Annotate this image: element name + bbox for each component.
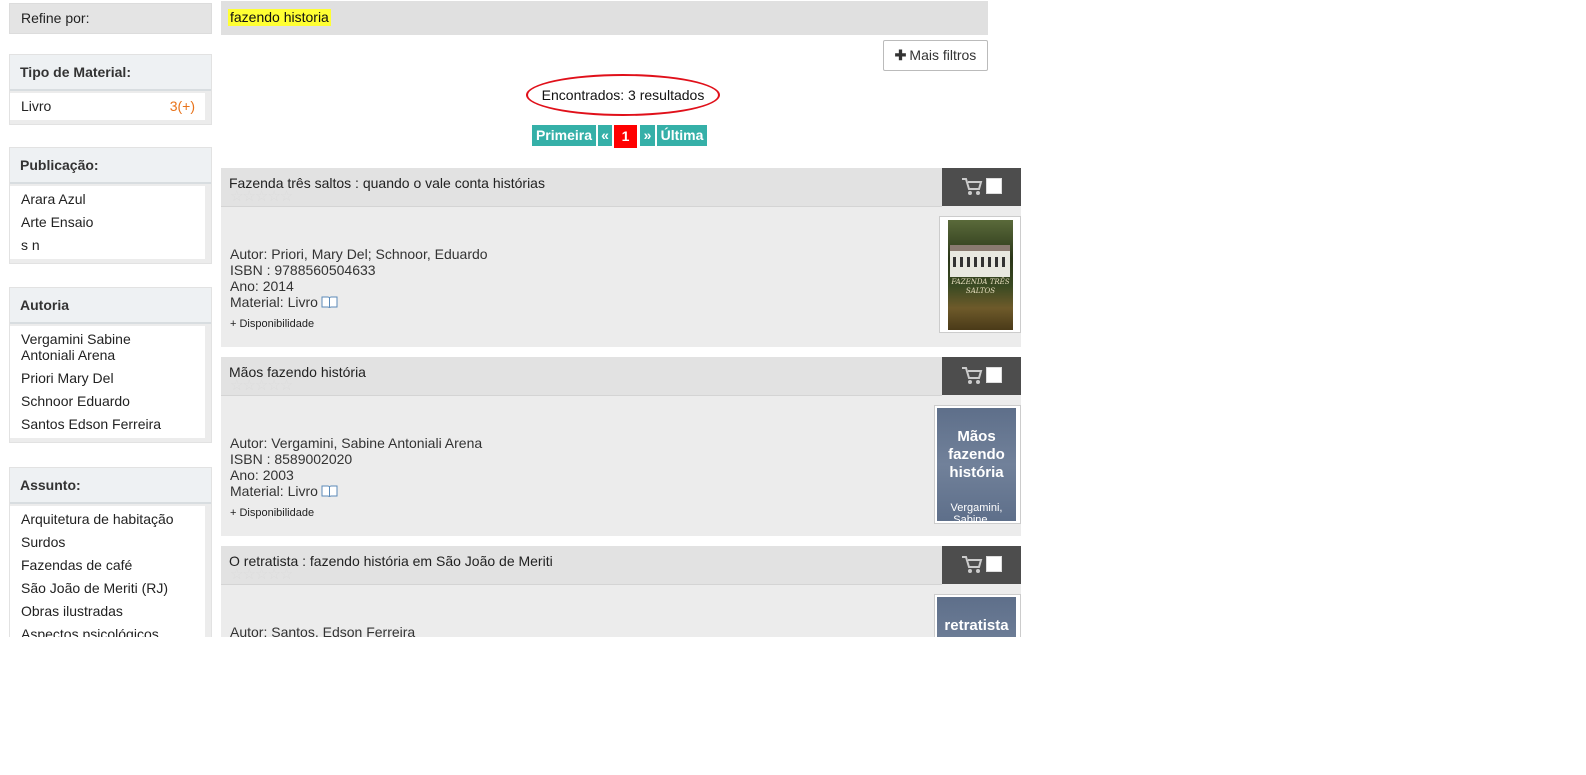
facet-count[interactable]: 3(+) xyxy=(170,98,195,114)
last-page-button[interactable]: Última xyxy=(657,125,707,146)
cover-author: Vergamini, Sabine ... xyxy=(950,502,1003,521)
facet-item[interactable]: Fazendas de café xyxy=(10,554,205,577)
cover-title: FAZENDA TRÊS SALTOS xyxy=(951,278,1010,295)
facet-list: Arara Azul Arte Ensaio s n xyxy=(10,186,205,259)
generated-cover: retratista xyxy=(937,597,1016,637)
star-rating[interactable]: ☆☆☆☆☆ xyxy=(230,567,293,582)
facet-item[interactable]: São João de Meriti (RJ) xyxy=(10,577,205,600)
result-author: Autor: Priori, Mary Del; Schnoor, Eduard… xyxy=(230,246,488,262)
facet-item[interactable]: Vergamini Sabine Antoniali Arena xyxy=(10,328,205,367)
cart-area xyxy=(942,168,1021,206)
result-details: Autor: Priori, Mary Del; Schnoor, Eduard… xyxy=(230,246,488,310)
result-header: O retratista : fazendo história em São J… xyxy=(221,546,942,585)
facet-item-livro[interactable]: Livro 3(+) xyxy=(10,95,205,118)
facet-item[interactable]: Obras ilustradas xyxy=(10,600,205,623)
cover-thumbnail[interactable]: retratista xyxy=(934,594,1021,637)
result-item: O retratista : fazendo história em São J… xyxy=(221,546,1021,637)
generated-cover: Mãos fazendo história Vergamini, Sabine … xyxy=(937,408,1016,521)
plus-icon: ✚ xyxy=(894,47,907,63)
cart-icon[interactable] xyxy=(961,366,983,386)
facet-subject: Assunto: Arquitetura de habitação Surdos… xyxy=(9,467,212,637)
facet-title: Assunto: xyxy=(10,468,211,504)
result-year: Ano: 2003 xyxy=(230,467,294,483)
results-count: Encontrados: 3 resultados xyxy=(526,74,720,116)
cover-image: FAZENDA TRÊS SALTOS xyxy=(948,220,1013,330)
result-details: Autor: Santos, Edson Ferreira xyxy=(230,624,415,637)
facet-item[interactable]: Arte Ensaio xyxy=(10,211,205,234)
result-isbn: ISBN : 8589002020 xyxy=(230,451,353,467)
facet-authorship: Autoria Vergamini Sabine Antoniali Arena… xyxy=(9,287,212,443)
result-year: Ano: 2014 xyxy=(230,278,294,294)
facet-item[interactable]: s n xyxy=(10,234,205,257)
facet-list: Livro 3(+) xyxy=(10,93,205,120)
facet-item[interactable]: Santos Edson Ferreira xyxy=(10,413,205,436)
cover-thumbnail[interactable]: Mãos fazendo história Vergamini, Sabine … xyxy=(934,405,1021,524)
cover-title: retratista xyxy=(944,617,1009,634)
facet-item[interactable]: Arara Azul xyxy=(10,188,205,211)
availability-link[interactable]: + Disponibilidade xyxy=(230,318,314,330)
facet-item[interactable]: Schnoor Eduardo xyxy=(10,390,205,413)
result-author: Autor: Santos, Edson Ferreira xyxy=(230,624,416,637)
facet-list: Vergamini Sabine Antoniali Arena Priori … xyxy=(10,326,205,438)
search-term-bar: fazendo historia xyxy=(221,1,988,35)
cart-icon[interactable] xyxy=(961,177,983,197)
result-item: Mãos fazendo história ☆☆☆☆☆ Autor: Verga… xyxy=(221,357,1021,536)
result-item: Fazenda três saltos : quando o vale cont… xyxy=(221,168,1021,347)
cart-area xyxy=(942,546,1021,584)
current-page[interactable]: 1 xyxy=(614,125,637,148)
star-rating[interactable]: ☆☆☆☆☆ xyxy=(230,378,293,393)
select-checkbox[interactable] xyxy=(986,178,1002,194)
first-page-button[interactable]: Primeira xyxy=(532,125,596,146)
facet-material-type: Tipo de Material: Livro 3(+) xyxy=(9,54,212,125)
page: Refine por: Tipo de Material: Livro 3(+)… xyxy=(0,0,1586,637)
result-author: Autor: Vergamini, Sabine Antoniali Arena xyxy=(230,435,483,451)
cart-area xyxy=(942,357,1021,395)
facet-item[interactable]: Aspectos psicológicos xyxy=(10,623,205,637)
result-isbn: ISBN : 9788560504633 xyxy=(230,262,376,278)
cart-icon[interactable] xyxy=(961,555,983,575)
book-icon xyxy=(321,485,338,497)
facet-item[interactable]: Surdos xyxy=(10,531,205,554)
select-checkbox[interactable] xyxy=(986,367,1002,383)
facet-item[interactable]: Priori Mary Del xyxy=(10,367,205,390)
result-header: Fazenda três saltos : quando o vale cont… xyxy=(221,168,942,207)
prev-page-button[interactable]: « xyxy=(598,125,612,146)
result-material: Material: Livro xyxy=(230,294,488,310)
facet-title: Autoria xyxy=(10,288,211,324)
select-checkbox[interactable] xyxy=(986,556,1002,572)
refine-header: Refine por: xyxy=(9,3,212,34)
next-page-button[interactable]: » xyxy=(640,125,655,146)
cover-title: Mãos fazendo história xyxy=(948,428,1005,481)
facet-list: Arquitetura de habitação Surdos Fazendas… xyxy=(10,506,205,637)
facet-title: Tipo de Material: xyxy=(10,55,211,91)
cover-thumbnail[interactable]: FAZENDA TRÊS SALTOS xyxy=(939,216,1021,333)
result-header: Mãos fazendo história ☆☆☆☆☆ xyxy=(221,357,942,396)
facet-item[interactable]: Arquitetura de habitação xyxy=(10,508,205,531)
availability-link[interactable]: + Disponibilidade xyxy=(230,507,314,519)
book-icon xyxy=(321,296,338,308)
facet-publication: Publicação: Arara Azul Arte Ensaio s n xyxy=(9,147,212,264)
result-details: Autor: Vergamini, Sabine Antoniali Arena… xyxy=(230,435,482,499)
result-material: Material: Livro xyxy=(230,483,482,499)
star-rating[interactable]: ☆☆☆☆☆ xyxy=(230,189,293,204)
more-filters-button[interactable]: ✚ Mais filtros xyxy=(883,40,988,71)
search-term: fazendo historia xyxy=(228,9,331,26)
facet-title: Publicação: xyxy=(10,148,211,184)
